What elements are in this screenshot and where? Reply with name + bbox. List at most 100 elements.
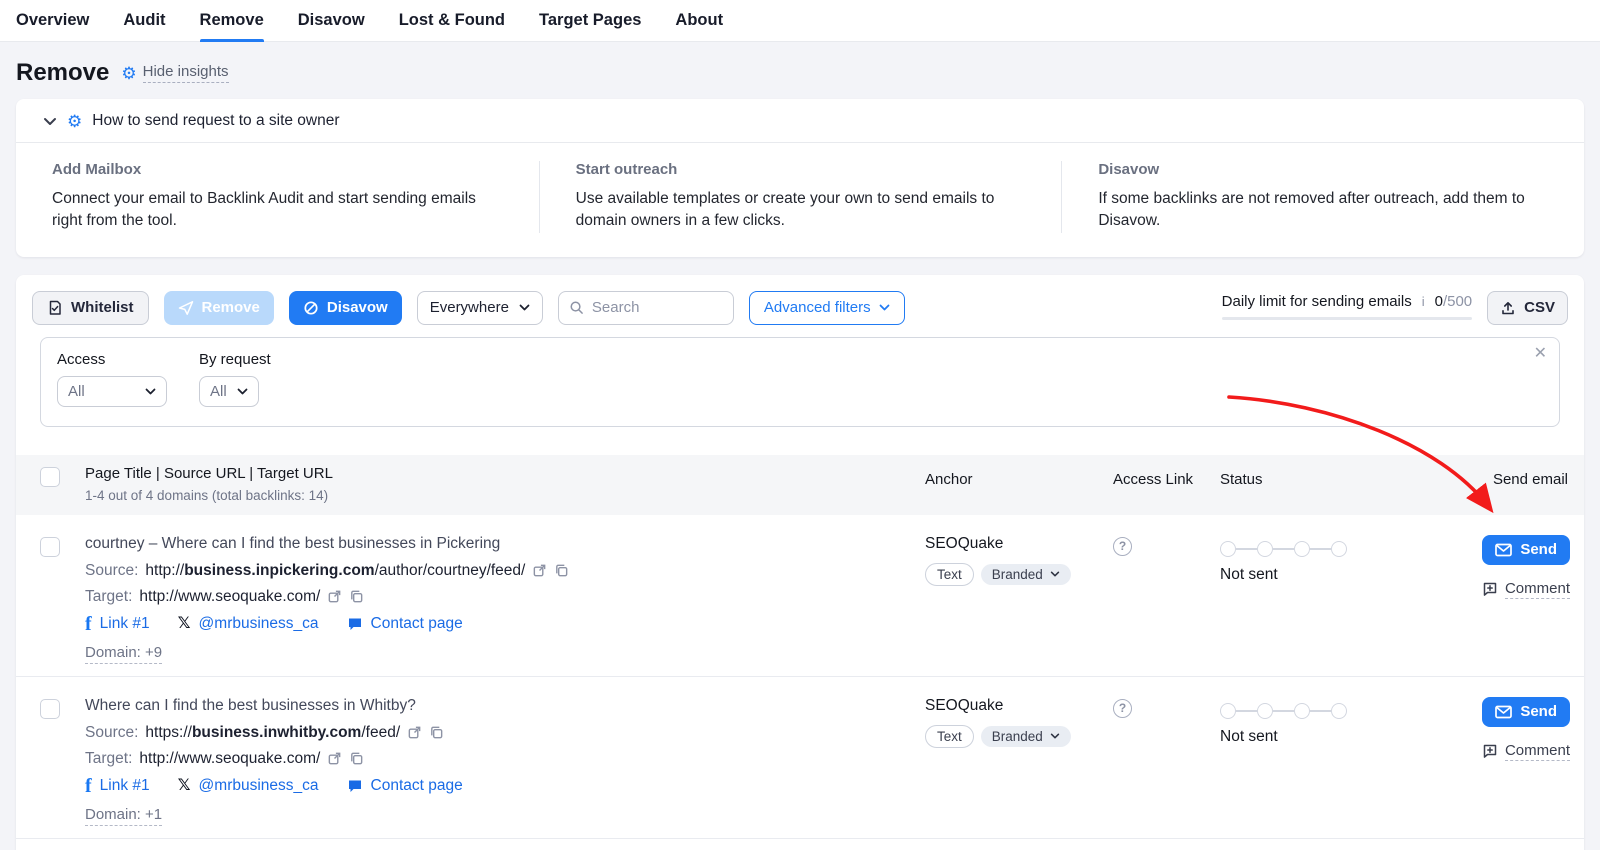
page-title-text: courtney – Where can I find the best bus… <box>85 535 925 553</box>
hide-insights-toggle[interactable]: ⚙ Hide insights <box>121 63 228 83</box>
insight-body: Connect your email to Backlink Audit and… <box>52 188 482 233</box>
comment-link[interactable]: Comment <box>1482 742 1570 761</box>
copy-icon[interactable] <box>349 589 364 604</box>
chevron-down-icon <box>145 388 156 395</box>
export-csv-button[interactable]: CSV <box>1487 291 1568 325</box>
search-input[interactable] <box>592 299 712 316</box>
facebook-backlink[interactable]: f Link #1 <box>85 614 150 634</box>
tab-lost-and-found[interactable]: Lost & Found <box>399 0 505 42</box>
x-profile-link[interactable]: 𝕏 @mrbusiness_ca <box>178 777 319 795</box>
help-icon[interactable]: ? <box>1113 699 1132 718</box>
insight-start-outreach: Start outreach Use available templates o… <box>539 161 1062 233</box>
column-status: Status <box>1220 465 1445 503</box>
select-all-checkbox[interactable] <box>40 467 60 487</box>
copy-icon[interactable] <box>429 725 444 740</box>
hide-insights-label: Hide insights <box>143 63 229 83</box>
target-label: Target: <box>85 588 132 606</box>
comment-link[interactable]: Comment <box>1482 580 1570 599</box>
target-url: http://www.seoquake.com/ <box>139 750 320 768</box>
copy-icon[interactable] <box>554 563 569 578</box>
remove-button[interactable]: Remove <box>164 291 274 325</box>
row-select-cell <box>16 697 85 826</box>
disavow-button[interactable]: Disavow <box>289 291 402 325</box>
external-link-icon[interactable] <box>532 563 547 578</box>
help-icon[interactable]: ? <box>1113 537 1132 556</box>
tab-remove[interactable]: Remove <box>200 0 264 42</box>
table-header: Page Title | Source URL | Target URL 1-4… <box>16 455 1584 515</box>
contact-page-label: Contact page <box>371 615 463 633</box>
contact-page-link[interactable]: Contact page <box>347 615 463 633</box>
anchor-type-badge: Text <box>925 725 974 748</box>
source-url-path: /feed/ <box>361 724 400 741</box>
anchor-category-select[interactable]: Branded <box>981 564 1071 585</box>
whitelist-label: Whitelist <box>71 299 134 316</box>
domain-more-toggle[interactable]: Domain: +9 <box>85 644 162 664</box>
access-filter-value: All <box>68 383 85 400</box>
scope-select[interactable]: Everywhere <box>417 291 543 325</box>
tab-about[interactable]: About <box>675 0 723 42</box>
info-icon[interactable]: i <box>1420 294 1427 309</box>
x-handle-label: @mrbusiness_ca <box>199 777 319 795</box>
advanced-filters-button[interactable]: Advanced filters <box>749 291 905 325</box>
insights-columns: Add Mailbox Connect your email to Backli… <box>16 143 1584 257</box>
external-link-icon[interactable] <box>327 751 342 766</box>
row-checkbox[interactable] <box>40 699 60 719</box>
tab-audit[interactable]: Audit <box>123 0 165 42</box>
row-status-cell: Not sent <box>1220 535 1445 664</box>
copy-icon[interactable] <box>349 751 364 766</box>
add-comment-icon <box>1482 743 1498 759</box>
anchor-text: SEOQuake <box>925 697 1113 715</box>
insights-title: How to send request to a site owner <box>92 112 339 130</box>
table-row-count: 1-4 out of 4 domains (total backlinks: 1… <box>85 488 925 503</box>
remove-label: Remove <box>202 299 260 316</box>
close-icon[interactable]: ✕ <box>1534 346 1547 362</box>
scope-value: Everywhere <box>430 299 509 316</box>
anchor-category-select[interactable]: Branded <box>981 726 1071 747</box>
contact-page-link[interactable]: Contact page <box>347 777 463 795</box>
external-link-icon[interactable] <box>327 589 342 604</box>
by-request-filter-label: By request <box>199 351 271 368</box>
x-profile-link[interactable]: 𝕏 @mrbusiness_ca <box>178 615 319 633</box>
insights-panel-header[interactable]: ⚙ How to send request to a site owner <box>16 99 1584 143</box>
envelope-icon <box>1495 543 1512 557</box>
page-title: Remove <box>16 59 109 87</box>
gear-icon: ⚙ <box>121 65 136 82</box>
speech-bubble-icon <box>347 778 363 794</box>
send-email-button[interactable]: Send <box>1482 697 1570 727</box>
chevron-down-icon <box>1050 733 1060 739</box>
external-link-icon[interactable] <box>407 725 422 740</box>
source-url-prefix: https:// <box>145 724 192 741</box>
source-label: Source: <box>85 724 138 742</box>
tab-disavow[interactable]: Disavow <box>298 0 365 42</box>
insight-body: If some backlinks are not removed after … <box>1098 188 1528 233</box>
row-anchor-cell: SEOQuake Text Branded <box>925 697 1113 826</box>
facebook-backlink[interactable]: f Link #1 <box>85 776 150 796</box>
by-request-filter-select[interactable]: All <box>199 376 259 407</box>
x-twitter-icon: 𝕏 <box>178 616 191 632</box>
daily-limit-block: Daily limit for sending emails i 0/500 <box>1222 293 1473 320</box>
add-comment-icon <box>1482 581 1498 597</box>
access-filter-label: Access <box>57 351 167 368</box>
gear-icon: ⚙ <box>67 113 82 130</box>
send-email-button[interactable]: Send <box>1482 535 1570 565</box>
whitelist-button[interactable]: Whitelist <box>32 291 149 325</box>
tab-overview[interactable]: Overview <box>16 0 89 42</box>
x-twitter-icon: 𝕏 <box>178 778 191 794</box>
column-send-email: Send email <box>1445 465 1574 503</box>
source-url-domain: business.inpickering.com <box>184 562 374 579</box>
tab-target-pages[interactable]: Target Pages <box>539 0 641 42</box>
row-anchor-cell: SEOQuake Text Branded <box>925 535 1113 664</box>
facebook-link-label: Link #1 <box>100 777 150 795</box>
column-page-title: Page Title | Source URL | Target URL 1-4… <box>85 465 925 503</box>
domain-more-toggle[interactable]: Domain: +1 <box>85 806 162 826</box>
access-filter-select[interactable]: All <box>57 376 167 407</box>
send-label: Send <box>1520 703 1557 720</box>
chevron-down-icon <box>1050 571 1060 577</box>
search-field[interactable] <box>558 291 734 325</box>
advanced-filters-label: Advanced filters <box>764 299 871 316</box>
toolbar: Whitelist Remove Disavow Everywhere <box>16 275 1584 325</box>
insight-body: Use available templates or create your o… <box>576 188 1006 233</box>
row-checkbox[interactable] <box>40 537 60 557</box>
status-progress-dots <box>1220 541 1445 557</box>
advanced-filters-panel: Access All By request All ✕ <box>40 337 1560 427</box>
